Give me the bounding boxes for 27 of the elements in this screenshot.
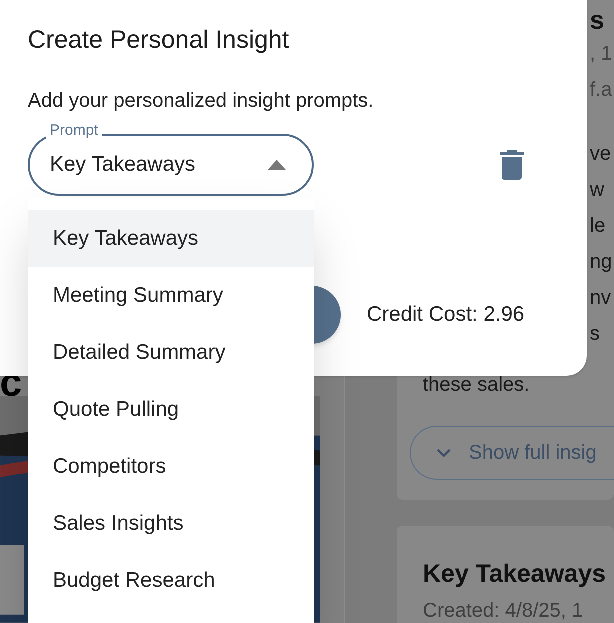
credit-cost: Credit Cost: 2.96 xyxy=(367,302,525,328)
card-text: s xyxy=(590,322,600,347)
dialog-title: Create Personal Insight xyxy=(28,25,290,56)
card-text: ve xyxy=(590,142,612,167)
card-text: nv xyxy=(590,286,612,311)
caret-up-icon xyxy=(268,160,286,170)
trash-icon[interactable] xyxy=(500,150,524,180)
card-text: , 1 xyxy=(590,42,612,67)
menu-item[interactable]: Detailed Summary xyxy=(28,324,314,381)
card-title: s xyxy=(590,4,604,36)
menu-item[interactable]: Competitors xyxy=(28,438,314,495)
menu-item[interactable]: Sales Insights xyxy=(28,495,314,552)
card-title: Key Takeaways xyxy=(423,559,606,590)
menu-item[interactable]: Budget Research xyxy=(28,552,314,609)
dialog-subtitle: Add your personalized insight prompts. xyxy=(28,88,374,114)
card-text: le xyxy=(590,214,606,239)
created-date: Created: 4/8/25, 1 xyxy=(423,598,584,623)
menu-item[interactable]: Meeting Summary xyxy=(28,267,314,324)
card-text: f.a xyxy=(590,78,612,103)
chevron-down-icon xyxy=(437,448,451,458)
prompt-value: Key Takeaways xyxy=(50,152,196,178)
prompt-label: Prompt xyxy=(46,122,102,140)
card-text: these sales. xyxy=(423,373,530,398)
menu-item[interactable]: Key Takeaways xyxy=(28,210,314,267)
card-text: w xyxy=(590,178,604,203)
menu-item[interactable]: Quote Pulling xyxy=(28,381,314,438)
card-text: ng xyxy=(590,250,612,275)
